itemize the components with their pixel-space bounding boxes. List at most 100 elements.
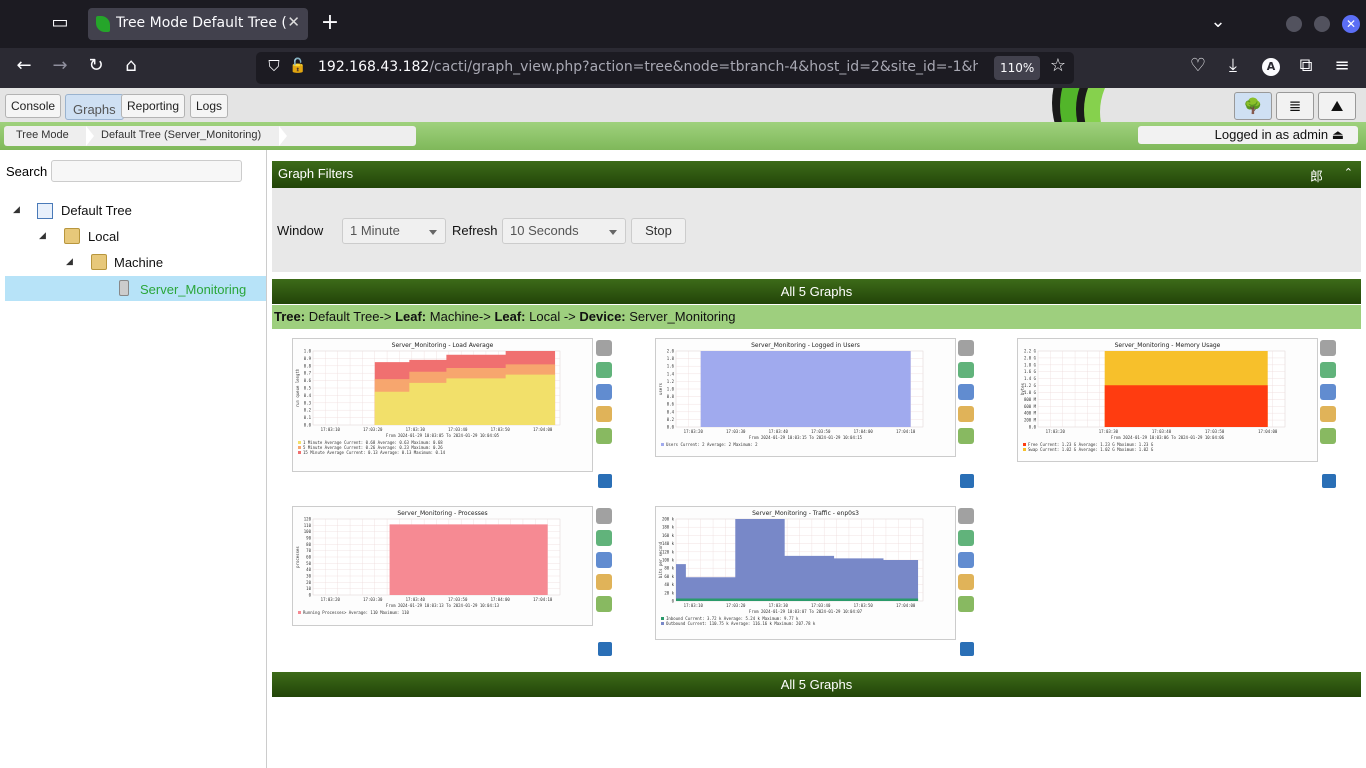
graph-edit-icon[interactable] [958, 574, 974, 590]
graph-thumbnail[interactable]: Server_Monitoring - Logged in Users users… [655, 338, 956, 457]
tree-node-machine[interactable]: Machine [114, 255, 163, 270]
breadcrumb-bar: Tree Mode Default Tree (Server_Monitorin… [0, 122, 1366, 150]
browser-tab[interactable]: Tree Mode Default Tree (S ✕ [88, 8, 308, 40]
y-tick-label: 1.0 G [1024, 390, 1037, 395]
refresh-select[interactable]: 10 Seconds [502, 218, 626, 244]
preview-view-button[interactable]: ⛰ [1318, 92, 1356, 120]
logged-in-menu[interactable]: Logged in as admin ⏏ [1138, 126, 1358, 144]
graph-zoom-icon[interactable] [960, 474, 974, 488]
bookmark-star-icon[interactable]: ☆ [1046, 56, 1070, 80]
graph-list-icon[interactable] [958, 384, 974, 400]
graph-edit-icon[interactable] [958, 406, 974, 422]
graph-utility-icon[interactable] [1320, 428, 1336, 444]
y-tick-label: 110 [304, 523, 312, 528]
extensions-icon[interactable]: ⧉ [1294, 56, 1318, 80]
new-tab-button[interactable]: + [318, 12, 342, 37]
y-tick-label: 0.9 [304, 356, 312, 361]
tree-search-input[interactable] [51, 160, 242, 182]
graph-export-icon[interactable] [596, 530, 612, 546]
graph-edit-icon[interactable] [596, 406, 612, 422]
graph-edit-icon[interactable] [596, 574, 612, 590]
tree-view-button[interactable]: 🌳 [1234, 92, 1272, 120]
graph-utility-icon[interactable] [958, 596, 974, 612]
cacti-favicon-icon [96, 16, 110, 32]
tab-title: Tree Mode Default Tree (S [116, 15, 286, 31]
graph-thumbnail[interactable]: Server_Monitoring - Processes processes 12… [292, 506, 593, 626]
graph-export-icon[interactable] [1320, 362, 1336, 378]
tree-node-local[interactable]: Local [88, 229, 119, 244]
x-tick-label: 17:03:10 [321, 427, 341, 432]
graph-utility-icon[interactable] [596, 596, 612, 612]
graph-utility-icon[interactable] [596, 428, 612, 444]
list-view-button[interactable]: ≣ [1276, 92, 1314, 120]
tree-node-server-monitoring[interactable]: Server_Monitoring [140, 282, 246, 297]
graph-settings-icon[interactable] [958, 508, 974, 524]
y-tick-label: 140 k [662, 541, 675, 546]
breadcrumb-default-tree[interactable]: Default Tree (Server_Monitoring) [101, 129, 261, 141]
expand-machine-icon[interactable]: ◢ [66, 257, 73, 267]
y-tick-label: 0 [309, 593, 312, 598]
graph-export-icon[interactable] [958, 362, 974, 378]
account-avatar[interactable]: A [1262, 58, 1280, 76]
x-tick-label: 17:03:20 [726, 603, 746, 608]
stop-button[interactable]: Stop [631, 218, 686, 244]
tree-sidebar: Search ◢ Default Tree ◢ Local ◢ Machine … [0, 150, 267, 768]
url-bar[interactable]: ⛉ 🔓 192.168.43.182/cacti/graph_view.php?… [256, 52, 1074, 84]
tab-list-icon[interactable]: ▭ [48, 13, 72, 37]
graph-utility-icon[interactable] [958, 428, 974, 444]
x-tick-label: 17:03:20 [321, 597, 341, 602]
tree-node-default-tree[interactable]: Default Tree [61, 203, 132, 218]
graph-thumbnail[interactable]: Server_Monitoring - Traffic - enp0s3 bits… [655, 506, 956, 640]
tab-logs[interactable]: Logs [190, 94, 229, 118]
download-icon[interactable]: ⤓ [1221, 56, 1245, 80]
graph-filters-header: Graph Filters 郎 ⌃ [272, 161, 1361, 188]
close-tab-icon[interactable]: ✕ [287, 13, 300, 31]
graph-thumbnail[interactable]: Server_Monitoring - Memory Usage bytes 2.2… [1017, 338, 1318, 462]
graph-zoom-icon[interactable] [960, 642, 974, 656]
tab-reporting[interactable]: Reporting [121, 94, 186, 118]
expand-local-icon[interactable]: ◢ [39, 231, 46, 241]
collapse-chevron-icon[interactable]: ⌃ [1344, 166, 1353, 179]
window-select[interactable]: 1 Minute [342, 218, 446, 244]
back-icon[interactable]: ← [12, 56, 36, 80]
forward-icon[interactable]: → [48, 56, 72, 80]
graph-export-icon[interactable] [596, 362, 612, 378]
tab-console[interactable]: Console [5, 94, 62, 118]
y-tick-label: 2.2 G [1024, 349, 1037, 354]
graph-range: From 2024-01-29 10:03:15 To 2024-01-29 1… [749, 435, 863, 440]
graph-settings-icon[interactable] [596, 340, 612, 356]
url-text: 192.168.43.182/cacti/graph_view.php?acti… [318, 59, 978, 75]
graph-settings-icon[interactable] [958, 340, 974, 356]
all-graphs-header: All 5 Graphs [272, 279, 1361, 304]
minimize-button[interactable] [1286, 16, 1302, 32]
pocket-icon[interactable]: ♡ [1186, 56, 1210, 80]
window-close-button[interactable]: ✕ [1342, 15, 1360, 33]
graph-settings-icon[interactable] [596, 508, 612, 524]
graph-settings-icon[interactable] [1320, 340, 1336, 356]
graph-edit-icon[interactable] [1320, 406, 1336, 422]
expand-default-tree-icon[interactable]: ◢ [13, 205, 20, 215]
graph-zoom-icon[interactable] [598, 642, 612, 656]
graph-zoom-icon[interactable] [598, 474, 612, 488]
graph-list-icon[interactable] [596, 384, 612, 400]
tab-overflow-chevron-icon[interactable]: ⌄ [1206, 12, 1230, 36]
x-tick-label: 17:03:10 [684, 603, 704, 608]
tab-graphs[interactable]: Graphs [65, 94, 124, 120]
filter-settings-icon[interactable]: 郎 [1310, 166, 1323, 185]
maximize-button[interactable] [1314, 16, 1330, 32]
y-tick-label: 1.4 [667, 371, 675, 376]
x-tick-label: 17:03:20 [363, 427, 383, 432]
graph-export-icon[interactable] [958, 530, 974, 546]
graph-thumbnail[interactable]: Server_Monitoring - Load Average run queu… [292, 338, 593, 472]
home-icon[interactable]: ⌂ [119, 56, 143, 80]
graph-list-icon[interactable] [596, 552, 612, 568]
graph-list-icon[interactable] [1320, 384, 1336, 400]
breadcrumb-tree-mode[interactable]: Tree Mode [16, 129, 69, 141]
graph-list-icon[interactable] [958, 552, 974, 568]
graph-range: From 2024-01-29 10:03:05 To 2024-01-29 1… [386, 433, 500, 438]
y-tick-label: 1.0 [304, 349, 312, 354]
zoom-indicator[interactable]: 110% [994, 56, 1041, 80]
reload-icon[interactable]: ↻ [84, 56, 108, 80]
graph-zoom-icon[interactable] [1322, 474, 1336, 488]
menu-icon[interactable]: ≡ [1330, 56, 1354, 80]
